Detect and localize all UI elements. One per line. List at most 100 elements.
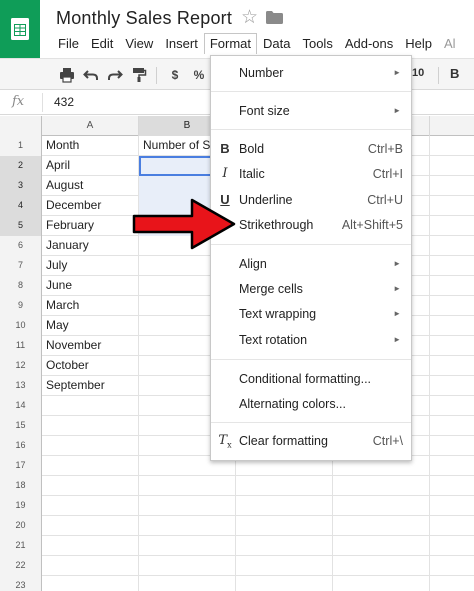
grid-cell[interactable]	[42, 396, 139, 416]
grid-cell[interactable]	[430, 576, 474, 591]
row-number[interactable]: 13	[0, 376, 42, 396]
format-menu-text-wrapping[interactable]: Text wrapping ►	[211, 304, 411, 326]
format-menu-underline[interactable]: U Underline Ctrl+U	[211, 190, 411, 212]
grid-cell[interactable]	[333, 476, 430, 496]
grid-cell[interactable]	[333, 536, 430, 556]
grid-cell[interactable]	[139, 536, 236, 556]
grid-cell[interactable]: September	[42, 376, 139, 396]
grid-cell[interactable]	[333, 556, 430, 576]
paint-format-icon[interactable]	[130, 65, 148, 85]
menu-addons[interactable]: Add-ons	[339, 33, 399, 54]
grid-cell[interactable]	[430, 216, 474, 236]
document-title[interactable]: Monthly Sales Report	[56, 8, 232, 29]
row-number[interactable]: 1	[0, 136, 42, 156]
grid-cell[interactable]	[42, 536, 139, 556]
star-icon[interactable]: ☆	[241, 6, 258, 29]
column-header-e[interactable]	[430, 116, 474, 136]
grid-cell[interactable]	[236, 516, 333, 536]
menu-format[interactable]: Format	[203, 33, 257, 54]
grid-cell[interactable]: May	[42, 316, 139, 336]
menu-edit[interactable]: Edit	[85, 33, 119, 54]
grid-cell[interactable]	[42, 556, 139, 576]
row-number[interactable]: 17	[0, 456, 42, 476]
row-number[interactable]: 19	[0, 496, 42, 516]
row-number[interactable]: 10	[0, 316, 42, 336]
grid-cell[interactable]	[42, 436, 139, 456]
grid-cell[interactable]	[430, 516, 474, 536]
select-all-corner[interactable]	[0, 116, 42, 136]
grid-cell[interactable]	[430, 476, 474, 496]
grid-cell[interactable]	[42, 416, 139, 436]
grid-cell[interactable]	[236, 476, 333, 496]
grid-cell[interactable]	[139, 476, 236, 496]
format-menu-font-size[interactable]: Font size ►	[211, 101, 411, 123]
currency-format-button[interactable]: $	[168, 65, 182, 85]
grid-cell[interactable]: February	[42, 216, 139, 236]
grid-cell[interactable]: April	[42, 156, 139, 176]
grid-cell[interactable]	[236, 556, 333, 576]
row-number[interactable]: 23	[0, 576, 42, 591]
format-menu-strikethrough[interactable]: Strikethrough Alt+Shift+5	[211, 215, 411, 237]
grid-cell[interactable]: October	[42, 356, 139, 376]
grid-cell[interactable]	[430, 496, 474, 516]
grid-cell[interactable]: December	[42, 196, 139, 216]
grid-cell[interactable]	[333, 516, 430, 536]
column-header-a[interactable]: A	[42, 116, 139, 136]
menu-help[interactable]: Help	[399, 33, 438, 54]
menu-insert[interactable]: Insert	[159, 33, 204, 54]
format-menu-number[interactable]: Number ►	[211, 63, 411, 85]
grid-cell[interactable]	[42, 576, 139, 591]
grid-cell[interactable]	[139, 576, 236, 591]
grid-cell[interactable]	[430, 176, 474, 196]
redo-icon[interactable]	[106, 65, 124, 85]
row-number[interactable]: 9	[0, 296, 42, 316]
formula-input[interactable]: 432	[54, 95, 74, 109]
grid-cell[interactable]	[430, 376, 474, 396]
grid-cell[interactable]	[42, 476, 139, 496]
folder-icon[interactable]	[266, 11, 283, 24]
menu-accessibility[interactable]: Al	[438, 33, 462, 54]
grid-cell[interactable]: Month	[42, 136, 139, 156]
grid-cell[interactable]	[236, 576, 333, 591]
format-menu-alternating-colors[interactable]: Alternating colors...	[211, 394, 411, 416]
grid-cell[interactable]	[430, 556, 474, 576]
row-number[interactable]: 12	[0, 356, 42, 376]
grid-cell[interactable]	[430, 356, 474, 376]
print-icon[interactable]	[58, 65, 76, 85]
row-number[interactable]: 16	[0, 436, 42, 456]
format-menu-clear-formatting[interactable]: Tx Clear formatting Ctrl+\	[211, 431, 411, 453]
grid-cell[interactable]	[42, 516, 139, 536]
row-number[interactable]: 22	[0, 556, 42, 576]
format-menu-bold[interactable]: B Bold Ctrl+B	[211, 139, 411, 161]
menu-view[interactable]: View	[119, 33, 159, 54]
row-number[interactable]: 18	[0, 476, 42, 496]
menu-tools[interactable]: Tools	[296, 33, 338, 54]
grid-cell[interactable]	[430, 336, 474, 356]
grid-cell[interactable]	[430, 396, 474, 416]
grid-cell[interactable]	[430, 256, 474, 276]
row-number[interactable]: 11	[0, 336, 42, 356]
grid-cell[interactable]	[139, 556, 236, 576]
grid-cell[interactable]	[430, 276, 474, 296]
grid-cell[interactable]	[236, 536, 333, 556]
row-number[interactable]: 4	[0, 196, 42, 216]
grid-cell[interactable]	[430, 156, 474, 176]
row-number[interactable]: 20	[0, 516, 42, 536]
grid-cell[interactable]	[430, 316, 474, 336]
row-number[interactable]: 8	[0, 276, 42, 296]
undo-icon[interactable]	[82, 65, 100, 85]
row-number[interactable]: 6	[0, 236, 42, 256]
grid-cell[interactable]	[430, 416, 474, 436]
row-number[interactable]: 5	[0, 216, 42, 236]
bold-button[interactable]: B	[450, 66, 459, 81]
grid-cell[interactable]: March	[42, 296, 139, 316]
grid-cell[interactable]	[42, 456, 139, 476]
grid-cell[interactable]	[139, 496, 236, 516]
grid-cell[interactable]	[430, 236, 474, 256]
format-menu-merge-cells[interactable]: Merge cells ►	[211, 279, 411, 301]
grid-cell[interactable]	[333, 576, 430, 591]
format-menu-text-rotation[interactable]: Text rotation ►	[211, 330, 411, 352]
row-number[interactable]: 7	[0, 256, 42, 276]
grid-cell[interactable]	[236, 496, 333, 516]
grid-cell[interactable]: July	[42, 256, 139, 276]
